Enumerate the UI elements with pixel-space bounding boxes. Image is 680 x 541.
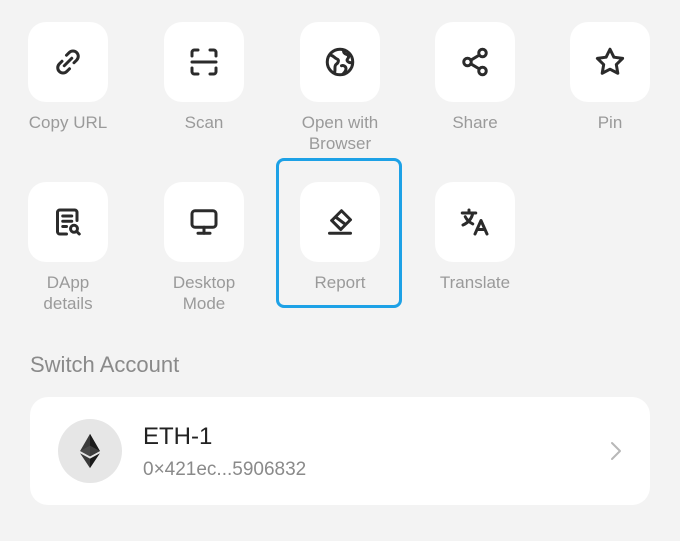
desktop-mode-label: Desktop Mode bbox=[172, 273, 236, 313]
account-address: 0×421ec...5906832 bbox=[143, 459, 307, 480]
open-with-browser-button[interactable]: Open with Browser bbox=[280, 22, 400, 154]
scan-icon bbox=[190, 48, 218, 76]
copy-url-button[interactable]: Copy URL bbox=[8, 22, 128, 133]
star-icon bbox=[595, 47, 625, 75]
translate-icon bbox=[460, 208, 489, 236]
desktop-mode-button[interactable]: Desktop Mode bbox=[144, 182, 264, 314]
monitor-icon bbox=[190, 209, 218, 235]
share-icon bbox=[462, 47, 488, 77]
scan-tile[interactable] bbox=[164, 22, 244, 102]
dapp-details-label: DApp details bbox=[43, 273, 93, 313]
account-name: ETH-1 bbox=[143, 423, 213, 450]
desktop-mode-tile[interactable] bbox=[164, 182, 244, 262]
copy-url-label: Copy URL bbox=[28, 113, 108, 132]
link-icon bbox=[56, 49, 80, 75]
switch-account-title: Switch Account bbox=[30, 352, 180, 377]
open-with-browser-tile[interactable] bbox=[300, 22, 380, 102]
dapp-details-button[interactable]: DApp details bbox=[8, 182, 128, 314]
ethereum-icon bbox=[58, 419, 122, 483]
open-with-browser-label: Open with Browser bbox=[301, 113, 379, 153]
dapp-details-tile[interactable] bbox=[28, 182, 108, 262]
share-button[interactable]: Share bbox=[415, 22, 535, 133]
pin-label: Pin bbox=[597, 113, 623, 132]
scan-label: Scan bbox=[184, 113, 224, 132]
translate-tile[interactable] bbox=[435, 182, 515, 262]
share-tile[interactable] bbox=[435, 22, 515, 102]
translate-label: Translate bbox=[439, 273, 511, 292]
pin-tile[interactable] bbox=[570, 22, 650, 102]
chevron-right-icon bbox=[611, 442, 621, 460]
share-label: Share bbox=[452, 113, 498, 132]
copy-url-tile[interactable] bbox=[28, 22, 108, 102]
translate-button[interactable]: Translate bbox=[415, 182, 535, 293]
report-highlight-box bbox=[276, 158, 402, 308]
globe-icon bbox=[325, 47, 355, 77]
pin-button[interactable]: Pin bbox=[550, 22, 670, 133]
account-card[interactable]: ETH-1 0×421ec...5906832 bbox=[30, 397, 650, 505]
scan-button[interactable]: Scan bbox=[144, 22, 264, 133]
document-search-icon bbox=[56, 208, 81, 236]
